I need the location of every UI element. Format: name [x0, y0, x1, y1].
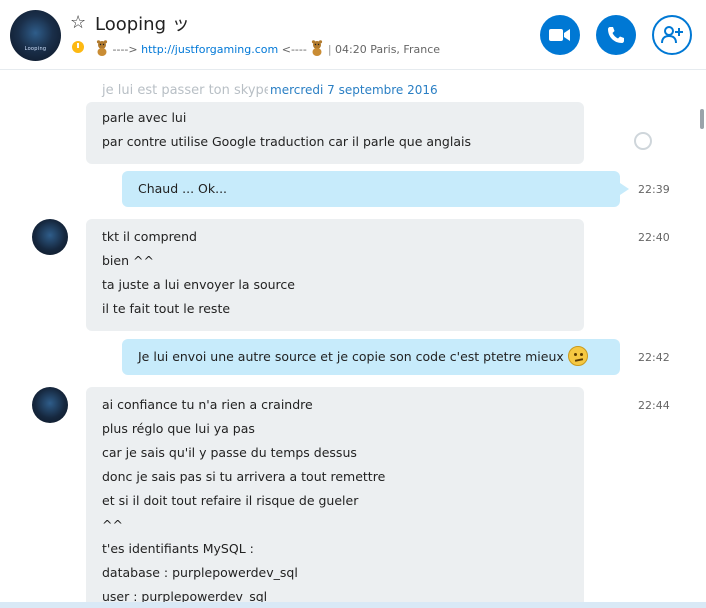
- bear-emoticon-icon: [312, 40, 323, 56]
- message-bubble-incoming[interactable]: tkt il comprend bien ^^ ta juste a lui e…: [86, 219, 584, 331]
- mood-message: ----> http://justforgaming.com <---- | 0…: [95, 40, 440, 58]
- message-line: ^^: [102, 517, 123, 532]
- previous-message-fragment: je lui est passer ton skype: [102, 83, 272, 98]
- message-text: Je lui envoi une autre source et je copi…: [138, 349, 564, 364]
- message-line: database : purplepowerdev_sql: [102, 565, 298, 580]
- video-call-button[interactable]: [540, 15, 580, 55]
- avatar-logo-text: Looping: [24, 46, 47, 52]
- message-timestamp: 22:40: [638, 231, 670, 244]
- message-line: Je lui envoi une autre source et je copi…: [138, 345, 604, 369]
- message-bubble-outgoing[interactable]: Chaud ... Ok...: [122, 171, 629, 207]
- faded-globe-icon: [634, 132, 652, 150]
- message-timestamp: 22:39: [638, 183, 670, 196]
- contact-name: Looping ッ: [95, 14, 190, 35]
- chat-scrollbar-thumb[interactable]: [700, 109, 704, 129]
- phone-icon: [608, 27, 624, 43]
- mood-suffix: <----: [278, 43, 307, 56]
- location-separator: |: [327, 43, 332, 56]
- bear-emoticon-icon: [96, 40, 108, 56]
- message-line: t'es identifiants MySQL :: [102, 541, 254, 556]
- message-line: car je sais qu'il y passe du temps dessu…: [102, 445, 357, 460]
- message-line: Chaud ... Ok...: [138, 181, 228, 196]
- message-line: bien ^^: [102, 253, 154, 268]
- message-line: et si il doit tout refaire il risque de …: [102, 493, 359, 508]
- message-bubble-outgoing[interactable]: Je lui envoi une autre source et je copi…: [122, 339, 620, 375]
- message-line: il te fait tout le reste: [102, 301, 231, 316]
- chat-bottom-edge: [0, 602, 706, 608]
- date-separator: mercredi 7 septembre 2016: [268, 83, 440, 97]
- skype-conversation-window: Looping ☆ Looping ッ ----> http://justfor…: [0, 0, 706, 608]
- conversation-header: Looping ☆ Looping ッ ----> http://justfor…: [0, 0, 706, 70]
- away-status-icon: [72, 41, 84, 53]
- video-camera-icon: [549, 29, 570, 41]
- message-line: ai confiance tu n'a rien a craindre: [102, 397, 313, 412]
- message-line: tkt il comprend: [102, 229, 197, 244]
- message-timestamp: 22:42: [638, 351, 670, 364]
- confused-face-emoji-icon: [567, 346, 588, 366]
- message-bubble-incoming[interactable]: parle avec lui par contre utilise Google…: [86, 102, 584, 164]
- contact-avatar-small[interactable]: [32, 387, 68, 423]
- local-time-location: 04:20 Paris, France: [335, 43, 441, 56]
- message-line: par contre utilise Google traduction car…: [102, 134, 471, 149]
- add-person-icon: [661, 26, 683, 44]
- message-line: donc je sais pas si tu arrivera a tout r…: [102, 469, 386, 484]
- message-bubble-incoming[interactable]: ai confiance tu n'a rien a craindre plus…: [86, 387, 584, 608]
- message-line: parle avec lui: [102, 110, 187, 125]
- message-timestamp: 22:44: [638, 399, 670, 412]
- mood-link[interactable]: http://justforgaming.com: [141, 43, 278, 56]
- message-line: plus réglo que lui ya pas: [102, 421, 255, 436]
- message-line: ta juste a lui envoyer la source: [102, 277, 295, 292]
- add-people-button[interactable]: [652, 15, 692, 55]
- contact-avatar[interactable]: Looping: [10, 10, 61, 61]
- audio-call-button[interactable]: [596, 15, 636, 55]
- favorite-star-icon[interactable]: ☆: [70, 14, 86, 32]
- message-history[interactable]: je lui est passer ton skype mercredi 7 s…: [0, 71, 706, 608]
- mood-prefix: ---->: [112, 43, 142, 56]
- contact-avatar-small[interactable]: [32, 219, 68, 255]
